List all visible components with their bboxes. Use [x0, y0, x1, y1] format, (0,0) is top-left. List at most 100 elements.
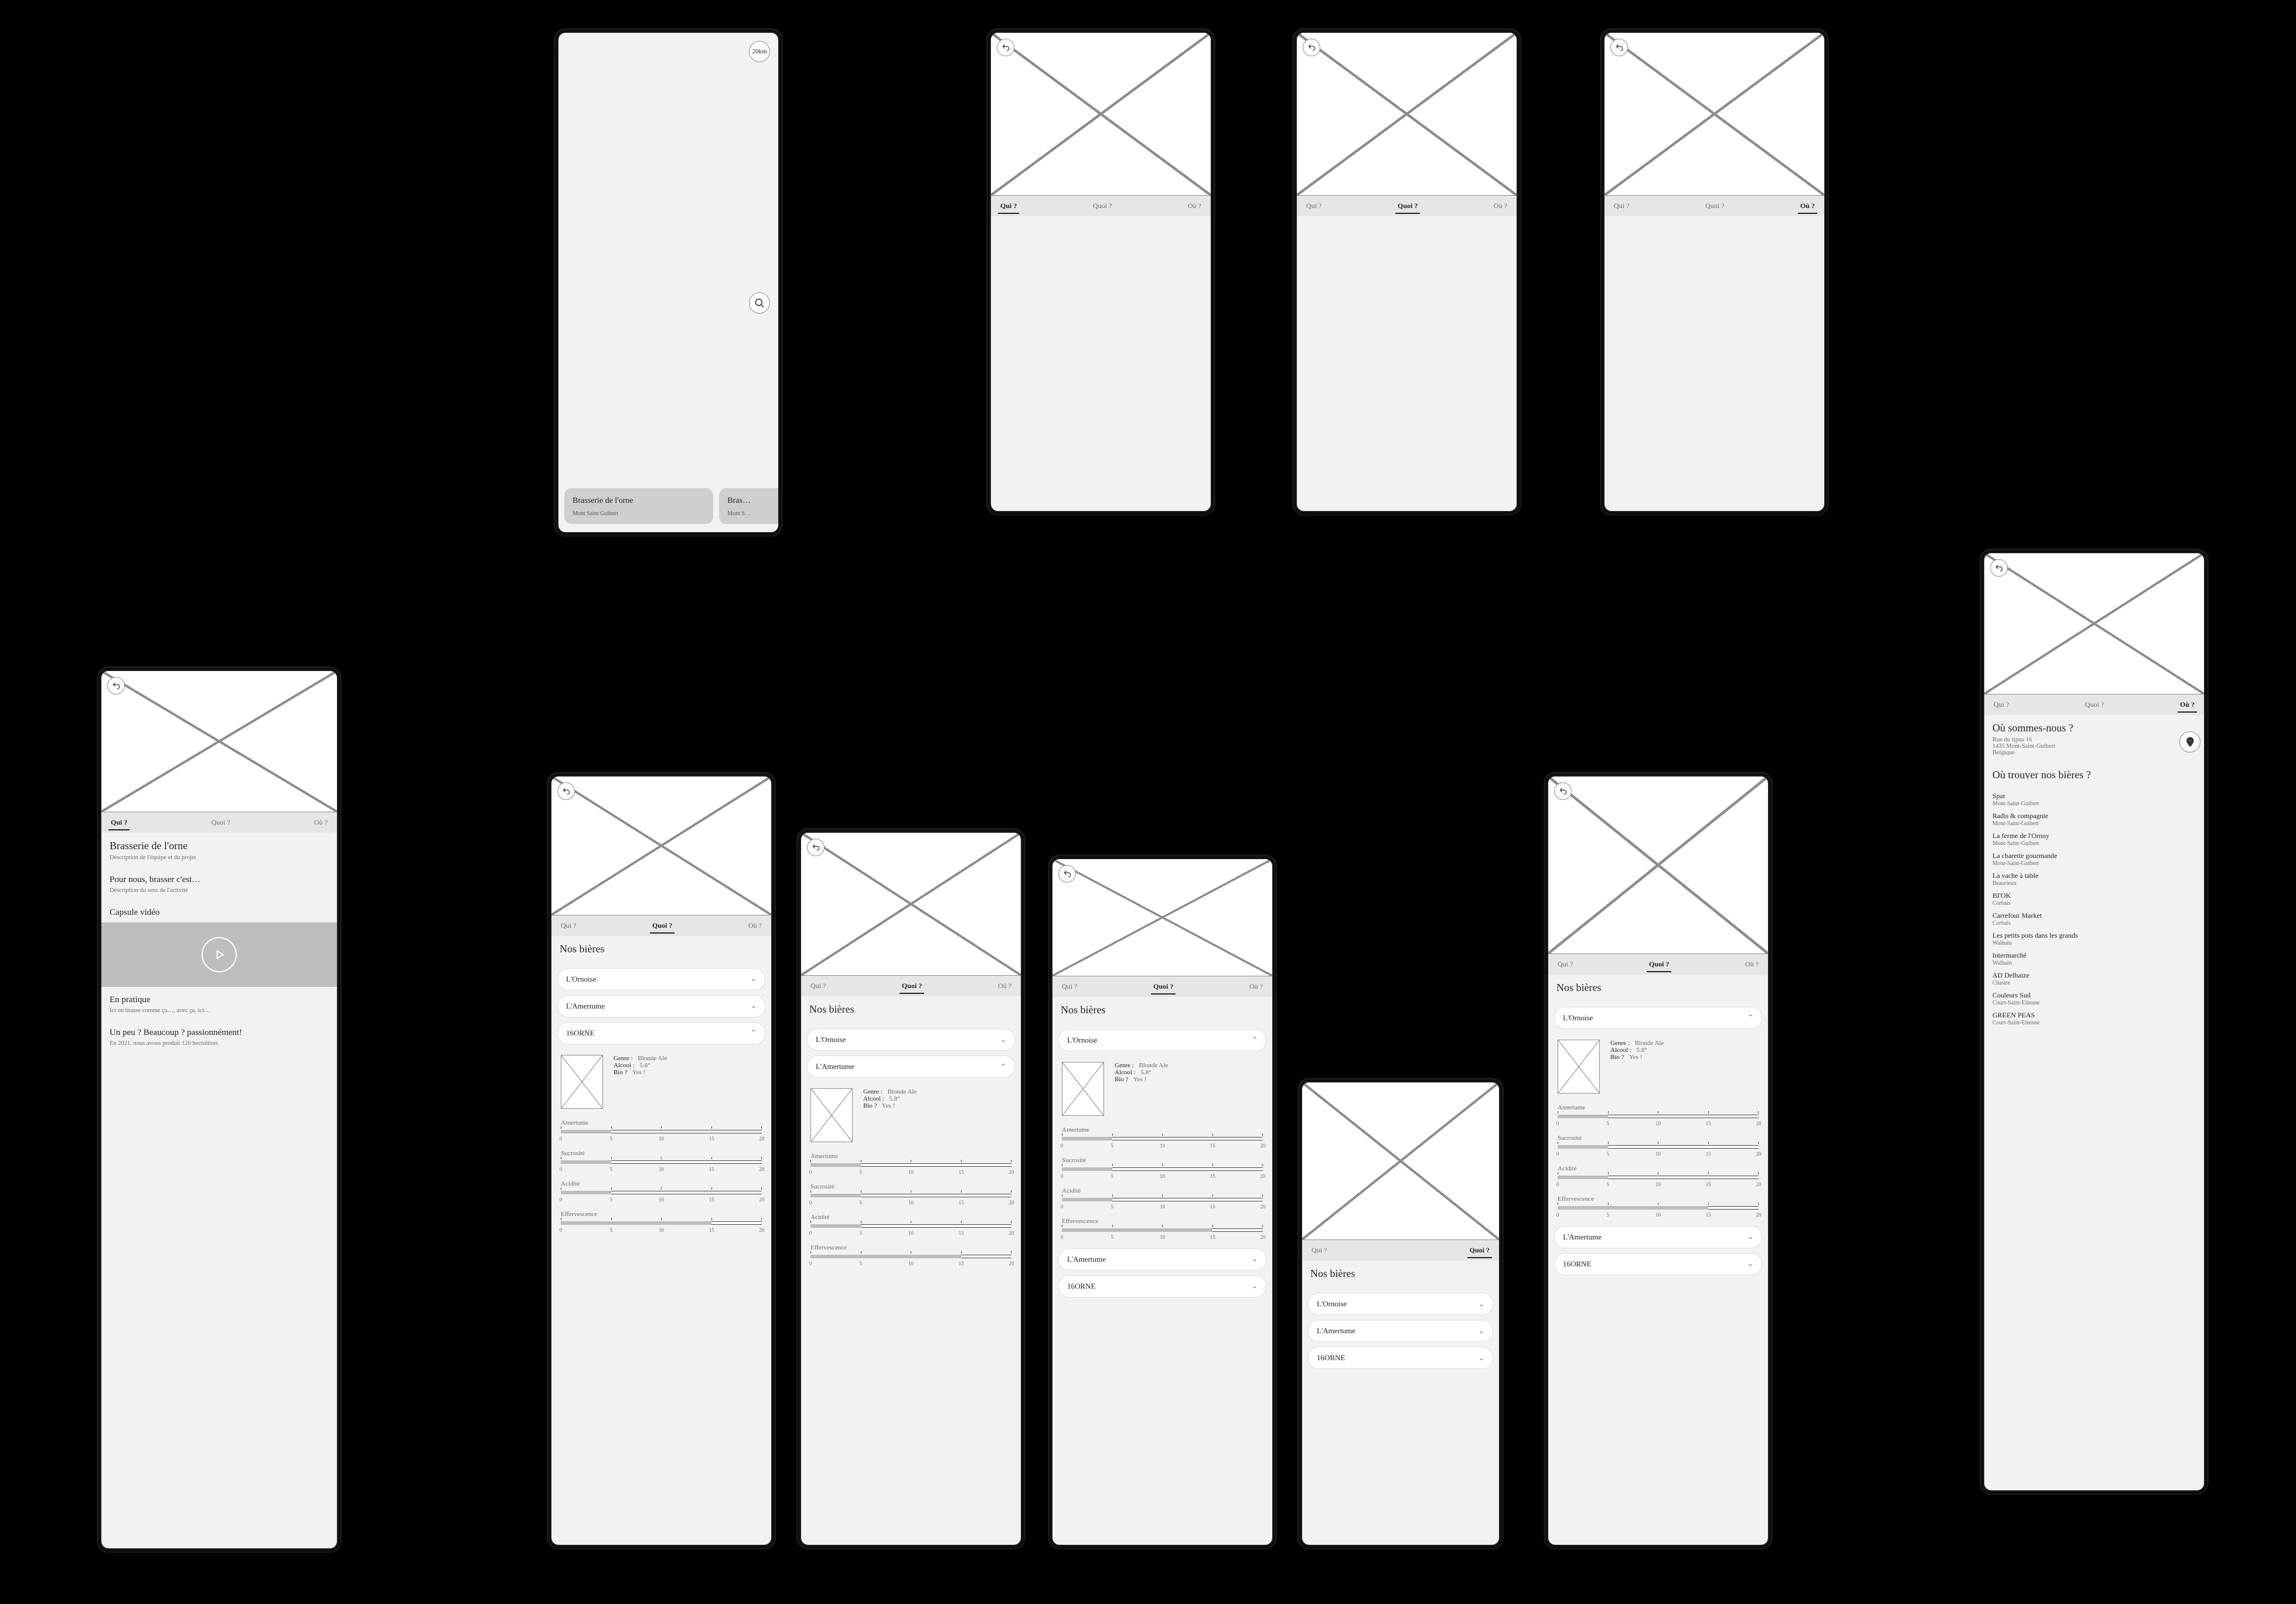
tab-what[interactable]: Quoi ?	[2084, 698, 2105, 713]
tab-where[interactable]: Où ?	[2179, 698, 2196, 713]
tab-where[interactable]: Où ?	[1744, 958, 1760, 972]
store-item[interactable]: BI'OKCorbais	[1992, 889, 2196, 909]
beer-accordion-L'Amertume[interactable]: L'Amertume⌄	[1058, 1248, 1266, 1271]
addr-line: Rue du ripau 16	[1992, 737, 2196, 743]
hero-placeholder	[1302, 1082, 1499, 1240]
back-button[interactable]	[1303, 39, 1320, 56]
meter-label: Sucrosité	[810, 1183, 1011, 1190]
store-item[interactable]: Radis & compagnieMont-Saint-Guibert	[1992, 809, 2196, 829]
store-city: Walhain	[1992, 960, 2196, 966]
stores-heading: Où trouver nos bières ?	[1992, 769, 2196, 781]
beer-name: L'Ornoise	[816, 1035, 846, 1044]
store-city: Chastre	[1992, 980, 2196, 986]
tab-what[interactable]: Quoi ?	[1469, 1244, 1491, 1258]
tab-what[interactable]: Quoi ?	[1648, 958, 1670, 972]
back-button[interactable]	[807, 839, 825, 856]
tab-where[interactable]: Où ?	[997, 979, 1013, 994]
beer-name: L'Ornoise	[566, 975, 596, 984]
store-name: GREEN PEAS	[1992, 1011, 2196, 1020]
beer-accordion-L'Amertume[interactable]: L'Amertume⌄	[557, 995, 765, 1017]
tab-who[interactable]: Qui ?	[1305, 199, 1323, 214]
back-button[interactable]	[1554, 782, 1572, 800]
tab-who[interactable]: Qui ?	[999, 199, 1018, 214]
store-name: Les petits pots dans les grands	[1992, 931, 2196, 940]
brewery-card-city: Mont Saint Guibert	[573, 510, 705, 517]
brewery-card-row[interactable]: Brasserie de l'orneMont Saint GuibertBra…	[564, 488, 778, 524]
store-item[interactable]: Les petits pots dans les grandsWalhain	[1992, 929, 2196, 949]
beer-name: L'Ornoise	[1067, 1036, 1097, 1045]
back-button[interactable]	[107, 677, 125, 694]
tab-what[interactable]: Quoi ?	[1152, 980, 1174, 995]
meter-acidité: Acidité05101520	[1558, 1165, 1759, 1188]
tabs: Qui ? Quoi ? Où ?	[801, 976, 1021, 996]
tab-who[interactable]: Qui ?	[560, 919, 577, 934]
tab-what[interactable]: Quoi ?	[901, 979, 923, 994]
store-item[interactable]: Couleurs SudCourt-Saint-Etienne	[1992, 989, 2196, 1009]
beer-accordion-L'Ornoise[interactable]: L'Ornoise⌃	[1554, 1007, 1762, 1029]
tab-where[interactable]: Où ?	[747, 919, 763, 934]
video-capsule[interactable]	[101, 922, 337, 987]
store-city: Mont-Saint-Guibert	[1992, 860, 2196, 867]
beer-accordion-L'Amertume[interactable]: L'Amertume⌄	[1554, 1226, 1762, 1248]
tab-what[interactable]: Quoi ?	[210, 816, 231, 830]
back-button[interactable]	[557, 782, 575, 800]
tab-where[interactable]: Où ?	[313, 816, 329, 830]
hero-placeholder	[1548, 777, 1768, 954]
tab-what[interactable]: Quoi ?	[1704, 199, 1725, 214]
store-city: Mont-Saint-Guibert	[1992, 840, 2196, 847]
tab-where[interactable]: Où ?	[1187, 199, 1202, 214]
store-city: Beaurieux	[1992, 880, 2196, 887]
beer-accordion-L'Amertume[interactable]: L'Amertume⌃	[807, 1055, 1015, 1078]
tab-where[interactable]: Où ?	[1248, 980, 1264, 995]
tab-where[interactable]: Où ?	[1799, 199, 1816, 214]
beer-accordion-L'Ornoise[interactable]: L'Ornoise⌃	[1058, 1029, 1266, 1051]
back-button[interactable]	[1610, 39, 1628, 56]
beer-accordion-L'Ornoise[interactable]: L'Ornoise⌄	[807, 1029, 1015, 1051]
tab-where[interactable]: Où ?	[1493, 199, 1508, 214]
store-item[interactable]: AD DelhaizeChastre	[1992, 969, 2196, 989]
tab-what[interactable]: Quoi ?	[1396, 199, 1419, 214]
brewery-card[interactable]: Bras…Mont S…	[719, 488, 779, 524]
store-item[interactable]: SparMont-Saint-Guibert	[1992, 789, 2196, 809]
tab-who[interactable]: Qui ?	[1613, 199, 1630, 214]
store-item[interactable]: GREEN PEASCourt-Saint-Etienne	[1992, 1009, 2196, 1029]
brewery-card[interactable]: Brasserie de l'orneMont Saint Guibert	[564, 488, 713, 524]
meter-label: Amertume	[810, 1153, 1011, 1160]
tab-what[interactable]: Quoi ?	[1092, 199, 1113, 214]
store-item[interactable]: La vache à tableBeaurieux	[1992, 869, 2196, 889]
beer-name: L'Amertume	[816, 1062, 854, 1071]
map-pin-button[interactable]	[2179, 731, 2200, 752]
beer-accordion-16ORNE[interactable]: 16ORNE⌄	[1308, 1347, 1493, 1369]
tab-who[interactable]: Qui ?	[809, 979, 827, 994]
store-item[interactable]: La ferme de l'OrnoyMont-Saint-Guibert	[1992, 829, 2196, 849]
beer-accordion-16ORNE[interactable]: 16ORNE⌃	[557, 1022, 765, 1044]
store-name: Couleurs Sud	[1992, 991, 2196, 1000]
meter-acidité: Acidité05101520	[810, 1214, 1011, 1237]
back-button[interactable]	[1058, 865, 1076, 883]
tabs: Qui ? Quoi ? Où ?	[551, 915, 771, 936]
distance-badge[interactable]: 20km	[749, 41, 770, 62]
beer-accordion-16ORNE[interactable]: 16ORNE⌄	[1058, 1275, 1266, 1297]
back-button[interactable]	[1990, 559, 2008, 577]
tab-who[interactable]: Qui ?	[1556, 958, 1574, 972]
meter-label: Amertume	[1558, 1104, 1759, 1111]
beer-accordion-L'Amertume[interactable]: L'Amertume⌄	[1308, 1320, 1493, 1342]
store-name: La vache à table	[1992, 871, 2196, 880]
meter-effervescence: Effervescence05101520	[561, 1211, 762, 1234]
chevron-down-icon: ⌄	[751, 975, 757, 983]
tab-who[interactable]: Qui ?	[1061, 980, 1078, 995]
tab-what[interactable]: Quoi ?	[651, 919, 673, 934]
tab-who[interactable]: Qui ?	[110, 816, 128, 830]
store-city: Corbais	[1992, 900, 2196, 907]
store-item[interactable]: Carrefour MarketCorbais	[1992, 909, 2196, 929]
store-item[interactable]: La charette gourmandeMont-Saint-Guibert	[1992, 849, 2196, 869]
search-button[interactable]	[749, 292, 770, 314]
beer-accordion-16ORNE[interactable]: 16ORNE⌄	[1554, 1253, 1762, 1275]
store-item[interactable]: IntermarchéWalhain	[1992, 949, 2196, 969]
tab-who[interactable]: Qui ?	[1310, 1244, 1328, 1258]
beer-accordion-L'Ornoise[interactable]: L'Ornoise ⌄	[557, 968, 765, 990]
back-button[interactable]	[997, 39, 1014, 56]
beer-accordion-L'Ornoise[interactable]: L'Ornoise⌄	[1308, 1293, 1493, 1315]
tab-who[interactable]: Qui ?	[1992, 698, 2010, 713]
page-title: Brasserie de l'orne	[110, 840, 329, 852]
